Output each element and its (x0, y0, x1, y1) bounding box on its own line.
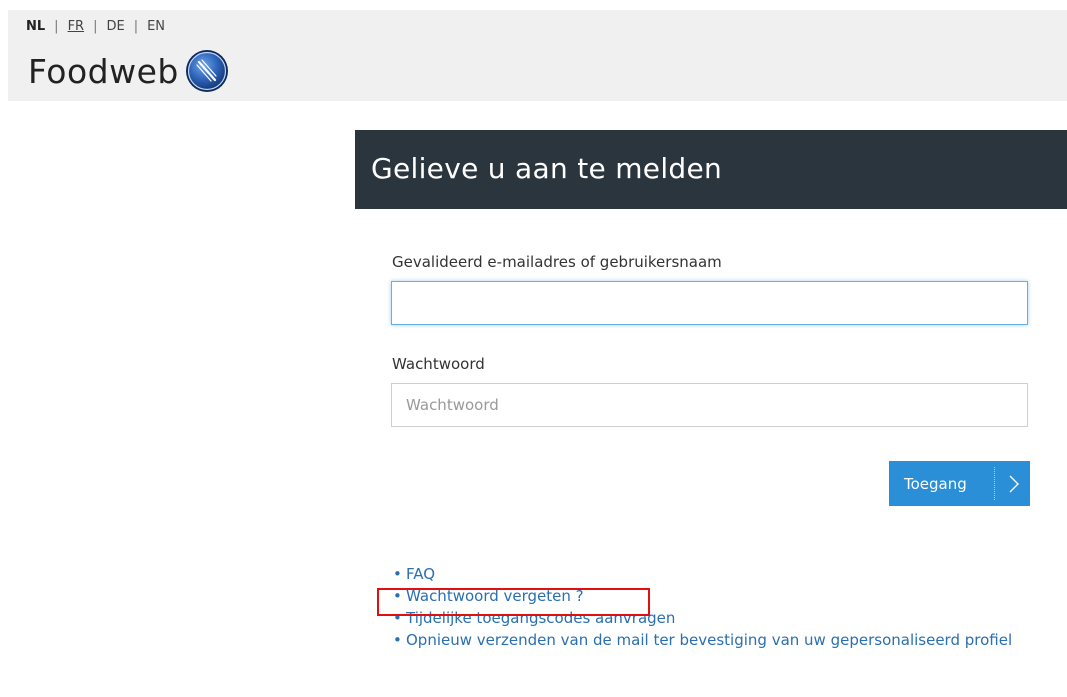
brand[interactable]: Foodweb (28, 43, 229, 99)
username-input[interactable] (391, 281, 1028, 325)
button-divider (994, 467, 995, 500)
lang-separator: | (54, 19, 59, 34)
language-selector: NL | FR | DE | EN (26, 19, 165, 34)
password-label: Wachtwoord (392, 355, 485, 373)
list-item: • FAQ (390, 563, 1060, 585)
login-title: Gelieve u aan te melden (371, 152, 723, 185)
lang-fr[interactable]: FR (68, 19, 85, 34)
username-label: Gevalideerd e-mailadres of gebruikersnaa… (392, 253, 722, 271)
lang-de[interactable]: DE (106, 19, 124, 34)
lang-en[interactable]: EN (147, 19, 165, 34)
submit-label: Toegang (904, 474, 967, 493)
submit-button[interactable]: Toegang (889, 461, 1030, 506)
lang-separator: | (93, 19, 98, 34)
bullet: • (393, 631, 402, 649)
bullet: • (393, 565, 402, 583)
highlight-box (377, 588, 650, 616)
resend-confirmation-link[interactable]: Opnieuw verzenden van de mail ter bevest… (406, 631, 1012, 649)
password-input[interactable] (391, 383, 1028, 427)
site-header: NL | FR | DE | EN Foodweb (8, 10, 1067, 101)
login-panel-header: Gelieve u aan te melden (355, 130, 1067, 209)
faq-link[interactable]: FAQ (406, 565, 435, 583)
lang-separator: | (133, 19, 139, 34)
brand-name: Foodweb (28, 51, 179, 91)
list-item: • Opnieuw verzenden van de mail ter beves… (390, 629, 1060, 651)
lang-nl[interactable]: NL (26, 19, 45, 34)
fork-knife-icon (185, 50, 228, 92)
chevron-right-icon (1009, 475, 1019, 492)
